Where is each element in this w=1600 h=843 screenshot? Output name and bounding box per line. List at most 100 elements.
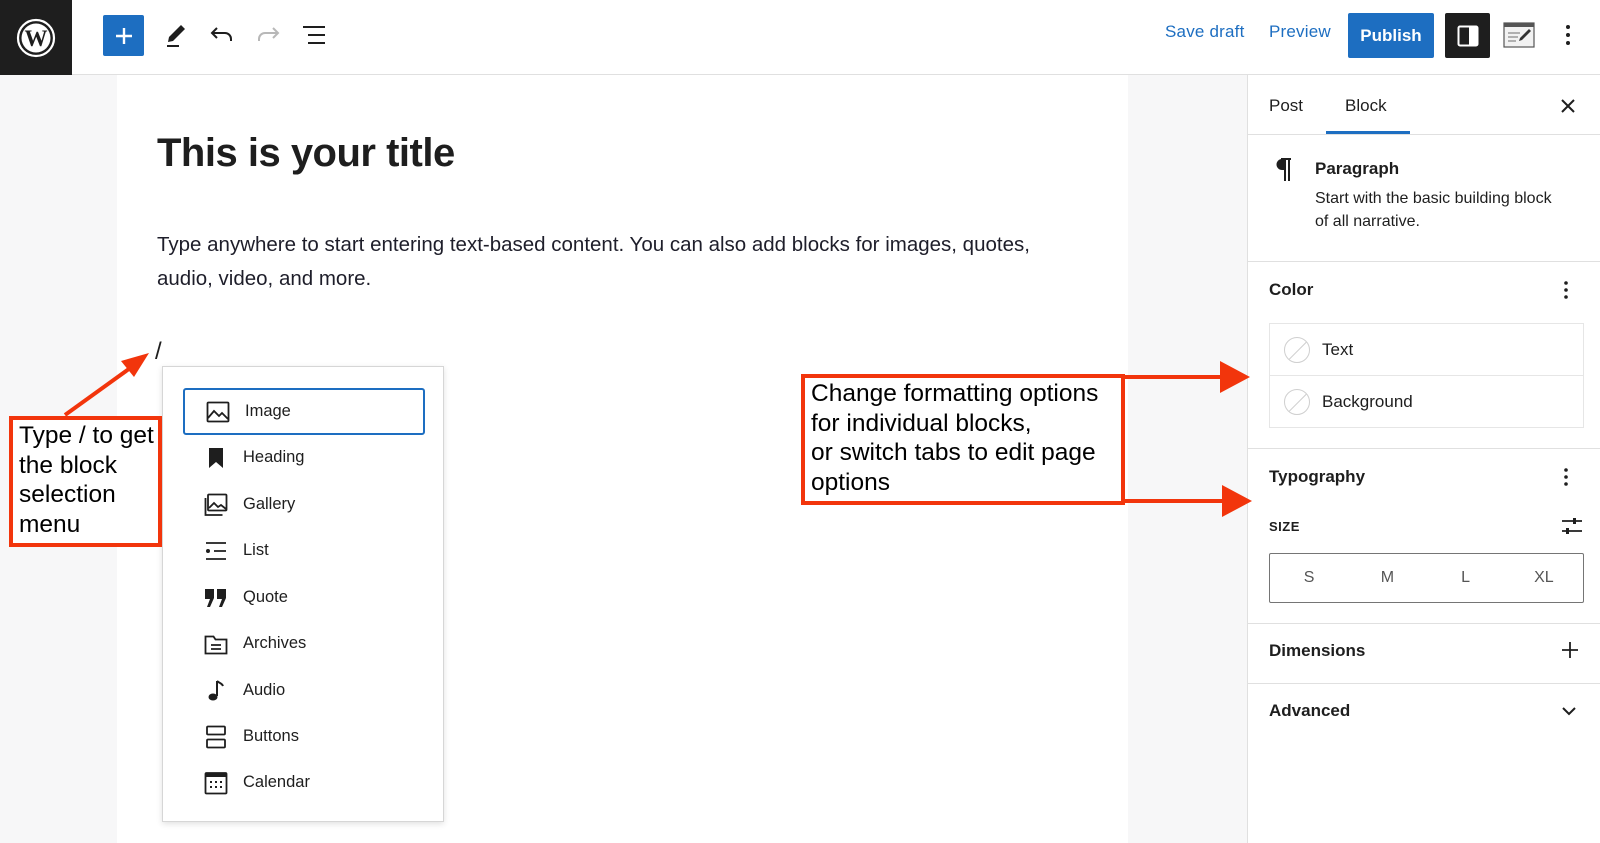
wordpress-logo-button[interactable]: W: [0, 0, 72, 75]
more-vertical-icon: [1564, 468, 1568, 486]
wordpress-logo-icon: W: [16, 18, 56, 57]
typography-options-button[interactable]: [1563, 467, 1577, 487]
inserter-item-label: Gallery: [243, 495, 296, 513]
redo-button[interactable]: [247, 14, 289, 56]
list-view-icon: [303, 26, 325, 44]
advanced-toggle-button[interactable]: [1561, 703, 1579, 717]
archive-icon: [203, 631, 229, 657]
tab-block[interactable]: Block: [1345, 96, 1387, 116]
inserter-item-gallery[interactable]: Gallery: [183, 481, 425, 528]
font-size-medium[interactable]: M: [1348, 554, 1426, 602]
background-color-option[interactable]: Background: [1270, 376, 1583, 428]
preview-button[interactable]: Preview: [1269, 22, 1331, 42]
tab-post[interactable]: Post: [1269, 96, 1303, 116]
close-sidebar-button[interactable]: [1555, 93, 1581, 119]
color-settings-group: Text Background: [1269, 323, 1584, 428]
annotation-line: the block: [19, 451, 118, 479]
chevron-down-icon: [1562, 707, 1576, 716]
inserter-item-label: Calendar: [243, 773, 310, 791]
bookmark-icon: [203, 445, 229, 471]
sidebar-icon: [1457, 25, 1478, 46]
annotation-line: options: [811, 468, 891, 496]
publish-button[interactable]: Publish: [1348, 13, 1434, 58]
typography-panel-heading: Typography: [1269, 467, 1366, 486]
calendar-icon: [203, 770, 229, 796]
inserter-item-list[interactable]: List: [183, 527, 425, 574]
inserter-item-buttons[interactable]: Buttons: [183, 713, 425, 760]
annotation-line: for individual blocks,: [811, 409, 1032, 437]
settings-toggle-button[interactable]: [1445, 13, 1490, 58]
inserter-item-calendar[interactable]: Calendar: [183, 759, 425, 806]
tools-button[interactable]: [155, 14, 197, 56]
block-card-description: Start with the basic building block: [1315, 190, 1552, 207]
divider: [1248, 134, 1600, 135]
font-size-picker: S M L XL: [1269, 553, 1584, 603]
inserter-item-label: Quote: [243, 588, 288, 606]
settings-sliders-icon: [1562, 518, 1582, 534]
annotation-line: menu: [19, 510, 81, 538]
inserter-item-quote[interactable]: Quote: [183, 574, 425, 621]
inserter-item-audio[interactable]: Audio: [183, 667, 425, 714]
font-size-small[interactable]: S: [1270, 554, 1348, 602]
redo-icon: [258, 27, 280, 41]
inserter-item-label: List: [243, 541, 269, 559]
slash-command-text[interactable]: /: [155, 338, 162, 366]
color-panel-heading: Color: [1269, 280, 1314, 299]
inserter-item-label: Heading: [243, 448, 305, 466]
add-block-button[interactable]: [103, 15, 144, 56]
settings-sidebar: Post Block Paragraph Start with the basi…: [1247, 75, 1600, 843]
quote-icon: [203, 585, 229, 611]
size-label: SIZE: [1269, 519, 1300, 534]
gallery-icon: [203, 492, 229, 518]
inserter-item-label: Archives: [243, 634, 307, 652]
undo-icon: [210, 27, 232, 41]
post-title[interactable]: This is your title: [157, 131, 455, 176]
custom-size-button[interactable]: [1560, 515, 1584, 537]
divider: [1248, 448, 1600, 449]
annotation-sidebar-options: Change formatting options for individual…: [801, 374, 1125, 505]
block-card-title: Paragraph: [1315, 159, 1400, 178]
document-overview-button[interactable]: [293, 14, 335, 56]
inserter-item-archives[interactable]: Archives: [183, 620, 425, 667]
undo-button[interactable]: [201, 14, 243, 56]
buttons-icon: [203, 724, 229, 750]
list-icon: [203, 538, 229, 564]
divider: [1248, 623, 1600, 624]
divider: [1248, 261, 1600, 262]
annotation-line: Change formatting options: [811, 380, 1099, 407]
options-menu-button[interactable]: [1548, 14, 1588, 56]
save-draft-button[interactable]: Save draft: [1165, 22, 1245, 42]
edit-page-icon: [1503, 22, 1535, 48]
more-vertical-icon: [1564, 281, 1568, 299]
text-color-label: Text: [1322, 339, 1354, 359]
empty-swatch-icon: [1284, 336, 1310, 363]
inserter-item-heading[interactable]: Heading: [183, 434, 425, 481]
annotation-line: or switch tabs to edit page: [811, 439, 1096, 466]
annotation-line: selection: [19, 481, 116, 508]
annotation-slash-command: Type / to get the block selection menu: [9, 416, 162, 547]
audio-icon: [203, 678, 229, 704]
inserter-item-label: Audio: [243, 681, 286, 699]
image-icon: [205, 399, 231, 425]
pencil-icon: [167, 25, 185, 47]
top-toolbar: W Save draft Preview Publish: [0, 0, 1600, 75]
empty-swatch-icon: [1284, 389, 1310, 415]
dimensions-panel-heading[interactable]: Dimensions: [1269, 641, 1365, 661]
inserter-item-label: Image: [245, 402, 291, 420]
inserter-item-image[interactable]: Image: [183, 388, 425, 435]
close-icon: [1561, 99, 1575, 113]
block-card-description: of all narrative.: [1315, 213, 1420, 230]
editor-mode-button[interactable]: [1498, 14, 1540, 56]
color-options-button[interactable]: [1563, 280, 1577, 300]
font-size-extra-large[interactable]: XL: [1505, 554, 1583, 602]
advanced-panel-heading[interactable]: Advanced: [1269, 701, 1350, 721]
background-color-label: Background: [1322, 392, 1413, 411]
font-size-large[interactable]: L: [1427, 554, 1505, 602]
paragraph-icon: [1274, 158, 1292, 187]
add-dimensions-button[interactable]: [1561, 641, 1579, 659]
divider: [1248, 683, 1600, 684]
paragraph-block[interactable]: Type anywhere to start entering text-bas…: [157, 228, 1037, 296]
text-color-option[interactable]: Text: [1270, 324, 1583, 376]
more-vertical-icon: [1566, 25, 1570, 45]
inserter-item-label: Buttons: [243, 727, 299, 745]
